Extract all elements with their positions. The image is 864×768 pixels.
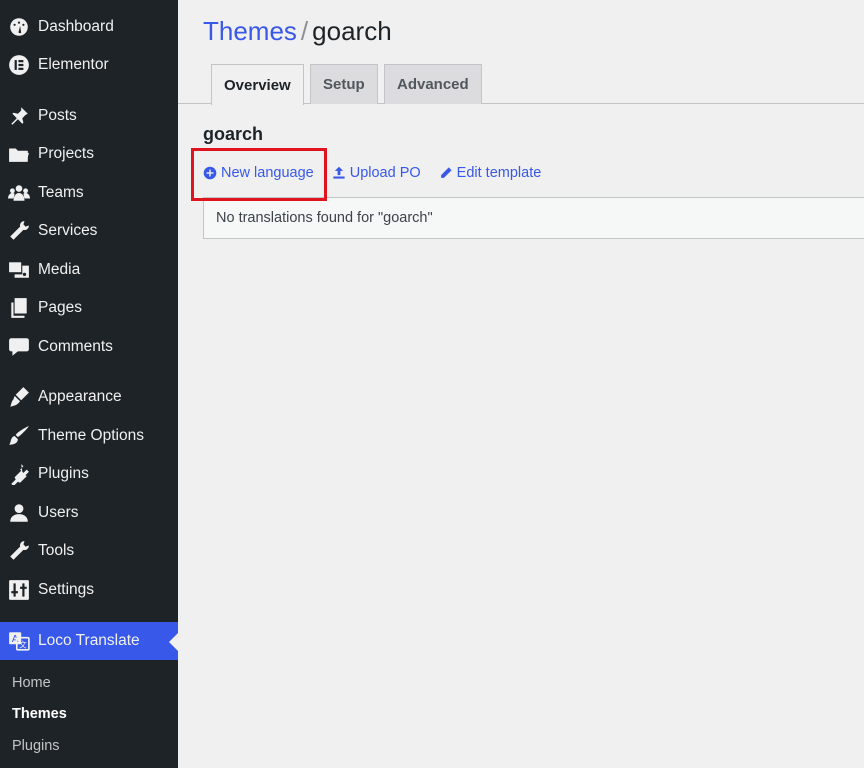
- groups-icon: [7, 181, 31, 205]
- upload-po-button[interactable]: Upload PO: [332, 165, 421, 181]
- action-links: New language Upload PO Edit template: [203, 160, 559, 186]
- submenu-item-themes[interactable]: Themes: [12, 706, 67, 722]
- sidebar-item-services[interactable]: Services: [0, 212, 178, 250]
- breadcrumb-themes-link[interactable]: Themes: [203, 16, 297, 46]
- sidebar-item-users[interactable]: Users: [0, 494, 178, 532]
- new-language-label: New language: [221, 165, 314, 181]
- pin-icon: [7, 104, 31, 128]
- admin-sidebar: Dashboard Elementor Posts Projects Teams…: [0, 0, 178, 768]
- sidebar-item-posts[interactable]: Posts: [0, 97, 178, 135]
- sidebar-item-label: Pages: [38, 299, 82, 316]
- bundle-title: goarch: [203, 124, 264, 144]
- sidebar-item-label: Projects: [38, 145, 94, 162]
- edit-template-button[interactable]: Edit template: [439, 165, 542, 181]
- sidebar-item-dashboard[interactable]: Dashboard: [0, 8, 178, 46]
- upload-po-label: Upload PO: [349, 165, 421, 181]
- tab-overview[interactable]: Overview: [211, 64, 304, 105]
- media-icon: [7, 258, 31, 282]
- svg-text:A: A: [12, 634, 19, 645]
- notice-text: No translations found for "goarch": [216, 210, 433, 226]
- sidebar-item-loco-translate[interactable]: A文 Loco Translate: [0, 622, 178, 660]
- sidebar-item-teams[interactable]: Teams: [0, 174, 178, 212]
- tab-bar: Overview Setup Advanced: [178, 64, 864, 105]
- elementor-icon: [7, 53, 31, 77]
- sidebar-item-label: Settings: [38, 581, 95, 598]
- breadcrumb-separator: /: [300, 16, 309, 46]
- sidebar-item-comments[interactable]: Comments: [0, 328, 178, 366]
- page-title: Themes / goarch: [203, 16, 392, 47]
- upload-icon: [333, 166, 345, 179]
- submenu-item-home[interactable]: Home: [12, 675, 51, 691]
- tools-icon: [7, 539, 31, 563]
- sidebar-item-theme-options[interactable]: Theme Options: [0, 417, 178, 455]
- sidebar-item-pages[interactable]: Pages: [0, 289, 178, 327]
- new-language-button[interactable]: New language: [203, 165, 314, 181]
- brush-icon: [7, 385, 31, 409]
- sidebar-item-label: Users: [38, 504, 79, 521]
- sidebar-item-projects[interactable]: Projects: [0, 135, 178, 173]
- sidebar-item-settings[interactable]: Settings: [0, 571, 178, 609]
- main-content: Themes / goarch Overview Setup Advanced go…: [178, 0, 864, 768]
- sidebar-item-label: Services: [38, 222, 98, 239]
- add-circle-icon: [203, 166, 217, 180]
- translate-icon: A文: [7, 629, 31, 653]
- folder-icon: [7, 142, 31, 166]
- sidebar-item-elementor[interactable]: Elementor: [0, 46, 178, 84]
- loco-submenu: Home Themes Plugins: [0, 660, 178, 768]
- sidebar-item-label: Loco Translate: [38, 632, 140, 649]
- sidebar-item-label: Theme Options: [38, 427, 144, 444]
- sidebar-item-label: Teams: [38, 184, 84, 201]
- sidebar-item-label: Posts: [38, 107, 77, 124]
- sidebar-item-label: Plugins: [38, 465, 89, 482]
- wrench-icon: [7, 219, 31, 243]
- plug-icon: [7, 462, 31, 486]
- breadcrumb-current: goarch: [312, 16, 392, 46]
- svg-text:文: 文: [19, 640, 27, 650]
- sidebar-item-label: Comments: [38, 338, 113, 355]
- comment-icon: [7, 335, 31, 359]
- tab-advanced[interactable]: Advanced: [384, 64, 482, 104]
- sidebar-item-label: Dashboard: [38, 18, 114, 35]
- sidebar-item-tools[interactable]: Tools: [0, 532, 178, 570]
- paintbrush-icon: [7, 424, 31, 448]
- sidebar-item-appearance[interactable]: Appearance: [0, 378, 178, 416]
- empty-translations-notice: No translations found for "goarch": [203, 197, 864, 239]
- sidebar-item-label: Media: [38, 261, 81, 278]
- submenu-item-plugins[interactable]: Plugins: [12, 738, 60, 754]
- sidebar-item-label: Appearance: [38, 388, 122, 405]
- sidebar-item-label: Elementor: [38, 56, 109, 73]
- pages-icon: [7, 296, 31, 320]
- edit-template-label: Edit template: [456, 165, 542, 181]
- tab-setup[interactable]: Setup: [310, 64, 378, 104]
- sidebar-item-media[interactable]: Media: [0, 251, 178, 289]
- user-icon: [7, 501, 31, 525]
- pencil-icon: [440, 167, 452, 178]
- sidebar-item-plugins[interactable]: Plugins: [0, 455, 178, 493]
- dashboard-icon: [7, 15, 31, 39]
- settings-icon: [7, 578, 31, 602]
- sidebar-item-label: Tools: [38, 542, 75, 559]
